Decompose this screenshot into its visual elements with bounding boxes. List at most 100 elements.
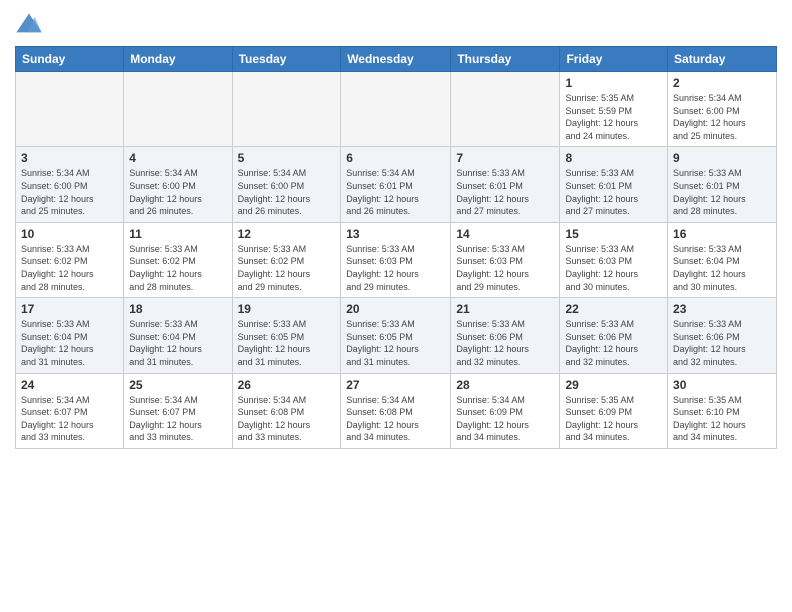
calendar-day-cell: 24 Sunrise: 5:34 AM Sunset: 6:07 PM Dayli… bbox=[16, 373, 124, 448]
calendar-day-cell: 5 Sunrise: 5:34 AM Sunset: 6:00 PM Daylig… bbox=[232, 147, 341, 222]
calendar-day-cell: 30 Sunrise: 5:35 AM Sunset: 6:10 PM Dayli… bbox=[668, 373, 777, 448]
calendar-day-cell: 23 Sunrise: 5:33 AM Sunset: 6:06 PM Dayli… bbox=[668, 298, 777, 373]
calendar-day-cell bbox=[16, 72, 124, 147]
calendar-day-cell: 14 Sunrise: 5:33 AM Sunset: 6:03 PM Dayli… bbox=[451, 222, 560, 297]
calendar-week-row: 10 Sunrise: 5:33 AM Sunset: 6:02 PM Dayli… bbox=[16, 222, 777, 297]
day-number: 26 bbox=[238, 378, 336, 392]
day-info: Sunrise: 5:33 AM Sunset: 6:05 PM Dayligh… bbox=[238, 318, 336, 368]
day-number: 24 bbox=[21, 378, 118, 392]
day-info: Sunrise: 5:34 AM Sunset: 6:07 PM Dayligh… bbox=[21, 394, 118, 444]
calendar-day-cell: 28 Sunrise: 5:34 AM Sunset: 6:09 PM Dayli… bbox=[451, 373, 560, 448]
weekday-header: Tuesday bbox=[232, 47, 341, 72]
day-number: 28 bbox=[456, 378, 554, 392]
day-info: Sunrise: 5:34 AM Sunset: 6:01 PM Dayligh… bbox=[346, 167, 445, 217]
day-number: 7 bbox=[456, 151, 554, 165]
calendar-day-cell: 4 Sunrise: 5:34 AM Sunset: 6:00 PM Daylig… bbox=[124, 147, 232, 222]
day-number: 11 bbox=[129, 227, 226, 241]
weekday-header: Sunday bbox=[16, 47, 124, 72]
calendar-week-row: 17 Sunrise: 5:33 AM Sunset: 6:04 PM Dayli… bbox=[16, 298, 777, 373]
day-info: Sunrise: 5:34 AM Sunset: 6:00 PM Dayligh… bbox=[129, 167, 226, 217]
day-number: 25 bbox=[129, 378, 226, 392]
day-number: 23 bbox=[673, 302, 771, 316]
day-number: 20 bbox=[346, 302, 445, 316]
weekday-header: Thursday bbox=[451, 47, 560, 72]
weekday-header: Friday bbox=[560, 47, 668, 72]
day-info: Sunrise: 5:33 AM Sunset: 6:04 PM Dayligh… bbox=[129, 318, 226, 368]
calendar-day-cell: 10 Sunrise: 5:33 AM Sunset: 6:02 PM Dayli… bbox=[16, 222, 124, 297]
day-number: 30 bbox=[673, 378, 771, 392]
day-info: Sunrise: 5:35 AM Sunset: 6:10 PM Dayligh… bbox=[673, 394, 771, 444]
day-info: Sunrise: 5:33 AM Sunset: 6:04 PM Dayligh… bbox=[21, 318, 118, 368]
day-info: Sunrise: 5:35 AM Sunset: 6:09 PM Dayligh… bbox=[565, 394, 662, 444]
day-number: 2 bbox=[673, 76, 771, 90]
day-info: Sunrise: 5:33 AM Sunset: 6:06 PM Dayligh… bbox=[565, 318, 662, 368]
day-info: Sunrise: 5:34 AM Sunset: 6:08 PM Dayligh… bbox=[238, 394, 336, 444]
day-number: 22 bbox=[565, 302, 662, 316]
day-info: Sunrise: 5:33 AM Sunset: 6:01 PM Dayligh… bbox=[456, 167, 554, 217]
day-number: 21 bbox=[456, 302, 554, 316]
calendar-day-cell: 20 Sunrise: 5:33 AM Sunset: 6:05 PM Dayli… bbox=[341, 298, 451, 373]
day-number: 15 bbox=[565, 227, 662, 241]
day-info: Sunrise: 5:33 AM Sunset: 6:02 PM Dayligh… bbox=[238, 243, 336, 293]
day-number: 13 bbox=[346, 227, 445, 241]
calendar-day-cell: 7 Sunrise: 5:33 AM Sunset: 6:01 PM Daylig… bbox=[451, 147, 560, 222]
day-number: 14 bbox=[456, 227, 554, 241]
day-info: Sunrise: 5:33 AM Sunset: 6:04 PM Dayligh… bbox=[673, 243, 771, 293]
calendar-day-cell: 11 Sunrise: 5:33 AM Sunset: 6:02 PM Dayli… bbox=[124, 222, 232, 297]
day-number: 29 bbox=[565, 378, 662, 392]
calendar-table: SundayMondayTuesdayWednesdayThursdayFrid… bbox=[15, 46, 777, 449]
calendar-day-cell: 16Sunrise: 5:33 AM Sunset: 6:04 PM Dayli… bbox=[668, 222, 777, 297]
day-number: 10 bbox=[21, 227, 118, 241]
calendar-day-cell: 1Sunrise: 5:35 AM Sunset: 5:59 PM Daylig… bbox=[560, 72, 668, 147]
day-number: 9 bbox=[673, 151, 771, 165]
weekday-header: Wednesday bbox=[341, 47, 451, 72]
day-number: 1 bbox=[565, 76, 662, 90]
day-info: Sunrise: 5:33 AM Sunset: 6:05 PM Dayligh… bbox=[346, 318, 445, 368]
day-number: 3 bbox=[21, 151, 118, 165]
day-number: 27 bbox=[346, 378, 445, 392]
calendar-day-cell: 21 Sunrise: 5:33 AM Sunset: 6:06 PM Dayli… bbox=[451, 298, 560, 373]
day-info: Sunrise: 5:33 AM Sunset: 6:02 PM Dayligh… bbox=[129, 243, 226, 293]
calendar-week-row: 1Sunrise: 5:35 AM Sunset: 5:59 PM Daylig… bbox=[16, 72, 777, 147]
weekday-header: Monday bbox=[124, 47, 232, 72]
calendar-day-cell: 18 Sunrise: 5:33 AM Sunset: 6:04 PM Dayli… bbox=[124, 298, 232, 373]
day-info: Sunrise: 5:34 AM Sunset: 6:00 PM Dayligh… bbox=[673, 92, 771, 142]
day-number: 17 bbox=[21, 302, 118, 316]
day-info: Sunrise: 5:33 AM Sunset: 6:03 PM Dayligh… bbox=[456, 243, 554, 293]
calendar-week-row: 24 Sunrise: 5:34 AM Sunset: 6:07 PM Dayli… bbox=[16, 373, 777, 448]
day-info: Sunrise: 5:34 AM Sunset: 6:09 PM Dayligh… bbox=[456, 394, 554, 444]
calendar-day-cell bbox=[451, 72, 560, 147]
calendar-day-cell: 15Sunrise: 5:33 AM Sunset: 6:03 PM Dayli… bbox=[560, 222, 668, 297]
calendar-day-cell: 9 Sunrise: 5:33 AM Sunset: 6:01 PM Daylig… bbox=[668, 147, 777, 222]
day-info: Sunrise: 5:34 AM Sunset: 6:00 PM Dayligh… bbox=[238, 167, 336, 217]
calendar-day-cell bbox=[232, 72, 341, 147]
logo bbox=[15, 10, 47, 38]
calendar-day-cell: 8Sunrise: 5:33 AM Sunset: 6:01 PM Daylig… bbox=[560, 147, 668, 222]
calendar-day-cell bbox=[124, 72, 232, 147]
page: SundayMondayTuesdayWednesdayThursdayFrid… bbox=[0, 0, 792, 612]
day-info: Sunrise: 5:33 AM Sunset: 6:02 PM Dayligh… bbox=[21, 243, 118, 293]
day-number: 5 bbox=[238, 151, 336, 165]
calendar-day-cell: 29 Sunrise: 5:35 AM Sunset: 6:09 PM Dayli… bbox=[560, 373, 668, 448]
day-info: Sunrise: 5:33 AM Sunset: 6:01 PM Dayligh… bbox=[673, 167, 771, 217]
day-number: 18 bbox=[129, 302, 226, 316]
day-info: Sunrise: 5:33 AM Sunset: 6:06 PM Dayligh… bbox=[673, 318, 771, 368]
day-info: Sunrise: 5:33 AM Sunset: 6:03 PM Dayligh… bbox=[346, 243, 445, 293]
calendar-day-cell: 17 Sunrise: 5:33 AM Sunset: 6:04 PM Dayli… bbox=[16, 298, 124, 373]
calendar-day-cell: 2 Sunrise: 5:34 AM Sunset: 6:00 PM Daylig… bbox=[668, 72, 777, 147]
day-number: 12 bbox=[238, 227, 336, 241]
day-number: 8 bbox=[565, 151, 662, 165]
calendar-week-row: 3 Sunrise: 5:34 AM Sunset: 6:00 PM Daylig… bbox=[16, 147, 777, 222]
day-info: Sunrise: 5:34 AM Sunset: 6:07 PM Dayligh… bbox=[129, 394, 226, 444]
day-info: Sunrise: 5:34 AM Sunset: 6:08 PM Dayligh… bbox=[346, 394, 445, 444]
calendar-day-cell: 19Sunrise: 5:33 AM Sunset: 6:05 PM Dayli… bbox=[232, 298, 341, 373]
logo-icon bbox=[15, 10, 43, 38]
day-number: 4 bbox=[129, 151, 226, 165]
calendar-day-cell bbox=[341, 72, 451, 147]
calendar-day-cell: 27 Sunrise: 5:34 AM Sunset: 6:08 PM Dayli… bbox=[341, 373, 451, 448]
calendar-day-cell: 3 Sunrise: 5:34 AM Sunset: 6:00 PM Daylig… bbox=[16, 147, 124, 222]
calendar-day-cell: 22 Sunrise: 5:33 AM Sunset: 6:06 PM Dayli… bbox=[560, 298, 668, 373]
calendar-day-cell: 12 Sunrise: 5:33 AM Sunset: 6:02 PM Dayli… bbox=[232, 222, 341, 297]
day-info: Sunrise: 5:33 AM Sunset: 6:06 PM Dayligh… bbox=[456, 318, 554, 368]
day-info: Sunrise: 5:34 AM Sunset: 6:00 PM Dayligh… bbox=[21, 167, 118, 217]
